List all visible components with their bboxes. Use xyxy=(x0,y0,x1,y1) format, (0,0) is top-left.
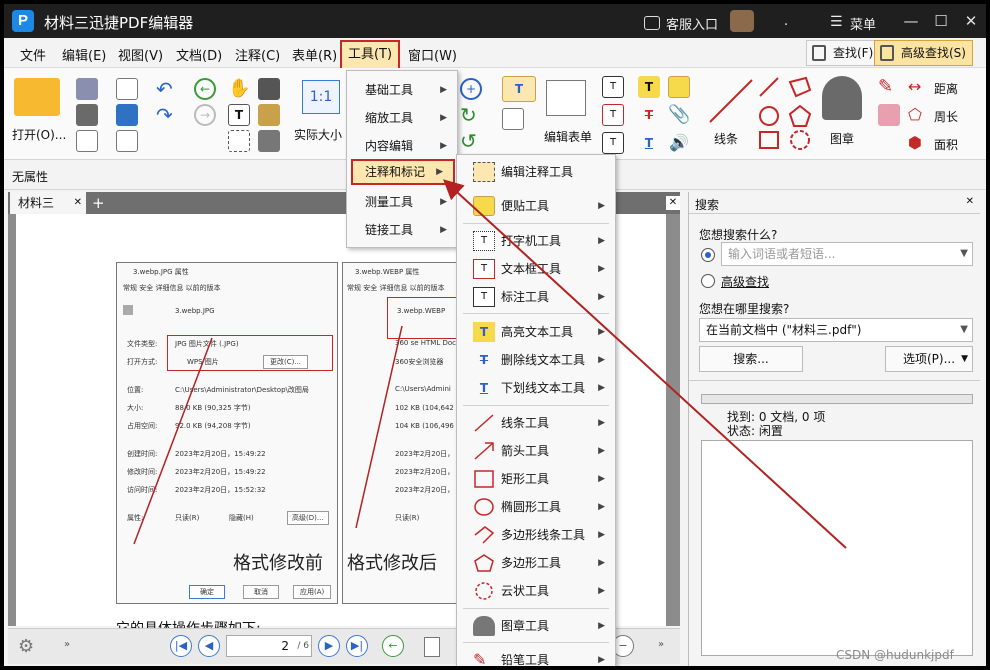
app-window: P 材料三迅捷PDF编辑器 客服入口 . ☰ 菜单 — ☐ ✕ 文件 编辑(E)… xyxy=(4,4,986,666)
tutorial-arrow xyxy=(443,179,847,549)
watermark-text: CSDN @hudunkjpdf xyxy=(836,648,954,662)
